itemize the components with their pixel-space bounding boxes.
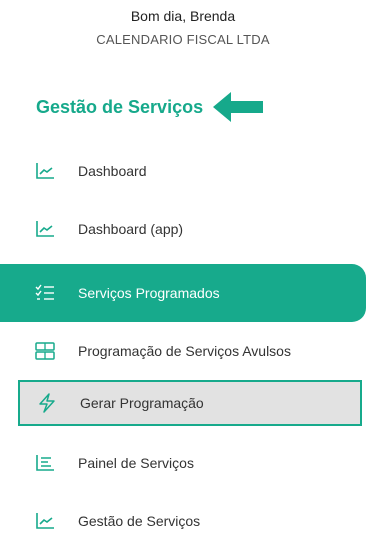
section-header: Gestão de Serviços (36, 90, 265, 124)
server-icon (34, 340, 56, 362)
sidebar-item-dashboard[interactable]: Dashboard (0, 142, 366, 200)
greeting-text: Bom dia, Brenda (130, 8, 236, 24)
arrow-left-icon (213, 92, 264, 122)
chart-line-icon (34, 510, 56, 532)
list-icon (34, 452, 56, 474)
lightning-icon (36, 392, 58, 414)
sidebar-item-servicos-programados[interactable]: Serviços Programados (0, 264, 366, 322)
sidebar-item-label: Gestão de Serviços (78, 513, 201, 529)
checklist-icon (34, 282, 56, 304)
sidebar-item-gerar-programacao[interactable]: Gerar Programação (18, 380, 362, 426)
sidebar-item-dashboard-app[interactable]: Dashboard (app) (0, 200, 366, 258)
sidebar-item-painel-servicos[interactable]: Painel de Serviços (0, 434, 366, 492)
section-title: Gestão de Serviços (36, 96, 204, 117)
user-info: Bom dia, Brenda CALENDARIO FISCAL LTDA (0, 6, 366, 50)
sidebar-menu: Dashboard Dashboard (app) Serviços Progr… (0, 142, 366, 550)
sidebar-item-label: Gerar Programação (80, 395, 204, 411)
sidebar-item-label: Dashboard (app) (78, 221, 184, 237)
sidebar-item-label: Painel de Serviços (78, 455, 194, 471)
sidebar-item-label: Dashboard (78, 163, 147, 179)
sidebar-item-label: Serviços Programados (78, 285, 220, 301)
sidebar-item-label: Programação de Serviços Avulsos (78, 343, 291, 359)
sidebar-item-programacao-avulsos[interactable]: Programação de Serviços Avulsos (0, 322, 366, 380)
chart-line-icon (34, 218, 56, 240)
chart-line-icon (34, 160, 56, 182)
sidebar-item-gestao-servicos[interactable]: Gestão de Serviços (0, 492, 366, 550)
company-name: CALENDARIO FISCAL LTDA (96, 32, 270, 47)
